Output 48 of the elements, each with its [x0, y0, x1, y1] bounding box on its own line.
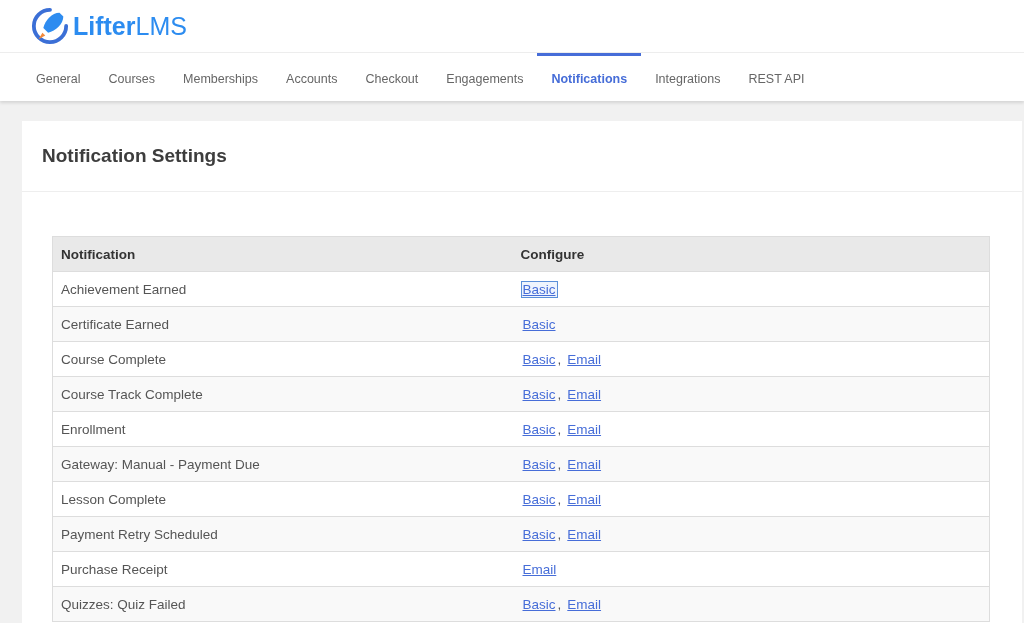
configure-link[interactable]: Basic: [520, 525, 558, 543]
settings-tab[interactable]: Integrations: [641, 53, 735, 101]
separator-text: ,: [557, 596, 562, 612]
configure-link[interactable]: Basic: [520, 280, 558, 298]
settings-tab[interactable]: Engagements: [432, 53, 538, 101]
configure-link[interactable]: Email: [520, 560, 559, 578]
brand-name: LifterLMS: [73, 11, 187, 41]
settings-tab[interactable]: Memberships: [169, 53, 273, 101]
settings-tab[interactable]: REST API: [734, 53, 819, 101]
configure-link[interactable]: Email: [565, 595, 604, 613]
separator-text: ,: [557, 491, 562, 507]
configure-link[interactable]: Email: [565, 385, 604, 403]
table-cell: Quizzes: Quiz Failed: [52, 586, 513, 622]
separator-text: ,: [557, 456, 562, 472]
settings-tab[interactable]: General: [22, 53, 95, 101]
table-cell: Course Track Complete: [52, 376, 513, 412]
configure-link[interactable]: Basic: [520, 490, 558, 508]
column-header: Configure: [512, 236, 990, 272]
configure-link[interactable]: Basic: [520, 595, 558, 613]
separator-text: ,: [557, 526, 562, 542]
column-header: Notification: [52, 236, 513, 272]
table-cell: Gateway: Manual - Payment Due: [52, 446, 513, 482]
settings-tab[interactable]: Notifications: [537, 53, 642, 101]
configure-link[interactable]: Basic: [520, 455, 558, 473]
table-cell: Enrollment: [52, 411, 513, 447]
rocket-logo-icon: [31, 7, 69, 45]
table-cell: Lesson Complete: [52, 481, 513, 517]
configure-link[interactable]: Basic: [520, 315, 558, 333]
table-cell: Purchase Receipt: [52, 551, 513, 587]
configure-link[interactable]: Basic: [520, 350, 558, 368]
separator-text: ,: [557, 351, 562, 367]
separator-text: ,: [557, 421, 562, 437]
configure-link[interactable]: Basic: [520, 385, 558, 403]
configure-link[interactable]: Email: [565, 490, 604, 508]
table-cell: Achievement Earned: [52, 271, 513, 307]
configure-link[interactable]: Email: [565, 455, 604, 473]
settings-tab[interactable]: Accounts: [272, 53, 352, 101]
configure-link[interactable]: Email: [565, 420, 604, 438]
table-cell: Course Complete: [52, 341, 513, 377]
settings-tab[interactable]: Checkout: [351, 53, 433, 101]
table-cell: Certificate Earned: [52, 306, 513, 342]
configure-link[interactable]: Basic: [520, 420, 558, 438]
settings-tab[interactable]: Courses: [94, 53, 170, 101]
separator-text: ,: [557, 386, 562, 402]
panel-title: Notification Settings: [22, 121, 1022, 192]
configure-link[interactable]: Email: [565, 350, 604, 368]
configure-link[interactable]: Email: [565, 525, 604, 543]
table-cell: Payment Retry Scheduled: [52, 516, 513, 552]
